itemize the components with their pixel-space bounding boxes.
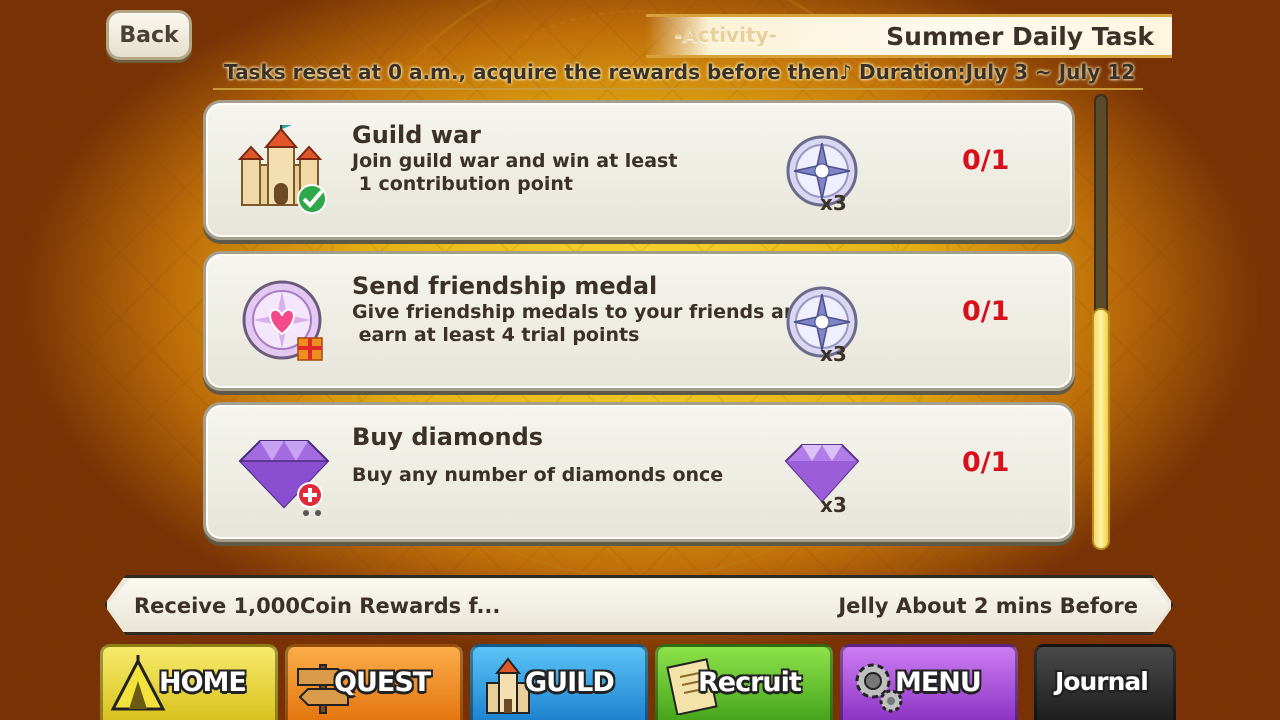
nav-label: QUEST — [334, 667, 431, 698]
task-progress: 0/1 — [962, 447, 1010, 478]
nav-label: HOME — [159, 667, 247, 698]
title-banner: -Activity- Summer Daily Task — [646, 14, 1172, 58]
nav-tab-journal[interactable]: Journal — [1034, 644, 1176, 720]
task-card-buy-diamonds[interactable]: Buy diamonds Buy any number of diamonds … — [203, 402, 1075, 542]
task-progress: 0/1 — [962, 145, 1010, 176]
nav-label: GUILD — [525, 667, 615, 698]
task-description-line1: Give friendship medals to your friends a… — [352, 301, 811, 323]
diamond-cart-icon — [238, 440, 330, 516]
nav-label: Recruit — [698, 667, 802, 698]
nav-tab-quest[interactable]: QUEST — [285, 644, 463, 720]
task-description-line1: Join guild war and win at least — [352, 150, 678, 172]
task-title: Send friendship medal — [352, 272, 658, 300]
activity-label: -Activity- — [674, 23, 777, 47]
news-message[interactable]: Receive 1,000Coin Rewards f... — [134, 594, 500, 618]
nav-label: MENU — [895, 667, 982, 698]
nav-tab-recruit[interactable]: Recruit — [655, 644, 833, 720]
task-description-line2: earn at least 4 trial points — [352, 324, 640, 346]
reward-quantity: x3 — [820, 342, 847, 366]
task-description-line2: 1 contribution point — [352, 173, 573, 195]
back-button[interactable]: Back — [106, 10, 192, 60]
task-description-line1: Buy any number of diamonds once — [352, 464, 724, 486]
nav-tab-home[interactable]: HOME — [100, 644, 278, 720]
nav-label: Journal — [1055, 667, 1149, 696]
reset-notice: Tasks reset at 0 a.m., acquire the rewar… — [224, 60, 1136, 84]
castle-icon — [237, 125, 327, 214]
reward-quantity: x3 — [820, 191, 847, 215]
nav-tab-guild[interactable]: GUILD — [470, 644, 648, 720]
news-timestamp: Jelly About 2 mins Before — [838, 594, 1138, 618]
task-title: Buy diamonds — [352, 423, 544, 451]
friendship-medal-icon — [242, 280, 323, 361]
page-title: Summer Daily Task — [886, 22, 1154, 51]
task-progress: 0/1 — [962, 296, 1010, 327]
reward-quantity: x3 — [820, 493, 847, 517]
nav-tab-menu[interactable]: MENU — [840, 644, 1018, 720]
scrollbar-thumb[interactable] — [1092, 308, 1110, 550]
task-card-guild-war[interactable]: Guild war Join guild war and win at leas… — [203, 100, 1075, 240]
task-title: Guild war — [352, 121, 481, 149]
task-card-friendship-medal[interactable]: Send friendship medal Give friendship me… — [203, 251, 1075, 391]
